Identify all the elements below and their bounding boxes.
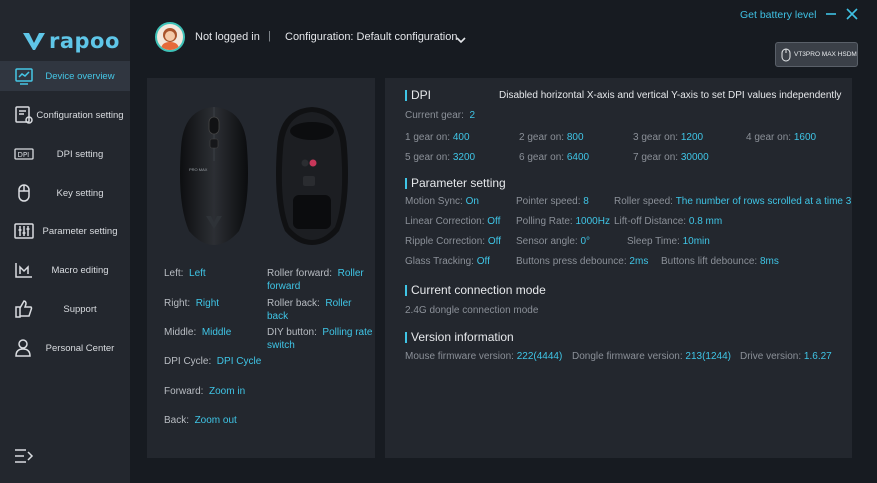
dpi-gear-5: 5 gear on: 3200 (405, 152, 476, 163)
drive-version: Drive version: 1.6.27 (740, 351, 832, 362)
mouse-top-view: PRO MAX (175, 103, 253, 253)
param-sensor-angle: Sensor angle: 0° (516, 236, 591, 247)
button-right-mapping[interactable]: Right: Right (164, 297, 259, 310)
minimize-icon[interactable] (825, 7, 837, 21)
device-selector[interactable]: VT3PRO MAX HSDM (775, 42, 858, 67)
dpi-section-title: DPI (405, 88, 431, 102)
svg-text:DPI: DPI (18, 151, 30, 159)
sidebar-item-label: Parameter setting (42, 225, 118, 237)
sidebar: rapoo Device overview Configuration sett… (0, 0, 130, 483)
param-polling-rate: Polling Rate: 1000Hz (516, 216, 610, 227)
logo-text: rapoo (49, 29, 120, 53)
param-glass-tracking: Glass Tracking: Off (405, 256, 490, 267)
collapse-menu-icon[interactable] (14, 447, 34, 465)
mouse-overview-panel: PRO MAX Left: Left Right: Right Middle: … (147, 78, 375, 458)
chevron-down-icon[interactable] (455, 32, 467, 44)
version-section-title: Version information (405, 330, 514, 344)
app-window: rapoo Device overview Configuration sett… (0, 0, 877, 483)
dpi-gear-1: 1 gear on: 400 (405, 132, 470, 143)
header-separator: | (268, 30, 271, 42)
login-status[interactable]: Not logged in (195, 31, 260, 43)
param-press-debounce: Buttons press debounce: 2ms (516, 256, 649, 267)
rapoo-logo: rapoo (22, 29, 120, 53)
sidebar-item-support[interactable]: Support (0, 294, 130, 324)
rapoo-v-icon (23, 33, 45, 50)
sidebar-item-parameter-setting[interactable]: Parameter setting (0, 216, 130, 246)
mouse-bottom-view (271, 103, 353, 253)
dongle-firmware-version: Dongle firmware version: 213(1244) (572, 351, 731, 362)
dpi-gear-4: 4 gear on: 1600 (746, 132, 817, 143)
sidebar-item-label: Key setting (56, 187, 104, 199)
param-roller-speed: Roller speed: The number of rows scrolle… (614, 196, 852, 207)
mouse-brand-print: PRO MAX (189, 167, 208, 172)
roller-forward-mapping[interactable]: Roller forward: Roller forward (267, 267, 371, 293)
device-name: VT3PRO MAX HSDM (794, 51, 857, 58)
button-left-mapping[interactable]: Left: Left (164, 267, 259, 280)
param-lift-off-distance: Lift-off Distance: 0.8 mm (614, 216, 723, 227)
param-sleep-time: Sleep Time: 10min (627, 236, 710, 247)
sidebar-item-personal-center[interactable]: Personal Center (0, 333, 130, 363)
param-motion-sync: Motion Sync: On (405, 196, 479, 207)
roller-back-mapping[interactable]: Roller back: Roller back (267, 297, 371, 323)
param-ripple-correction: Ripple Correction: Off (405, 236, 501, 247)
sidebar-item-device-overview[interactable]: Device overview (0, 61, 130, 91)
param-lift-debounce: Buttons lift debounce: 8ms (661, 256, 779, 267)
configuration-selector[interactable]: Configuration: Default configuration (285, 31, 457, 43)
button-dpi-cycle-mapping[interactable]: DPI Cycle: DPI Cycle (164, 355, 264, 368)
close-icon[interactable] (845, 7, 859, 21)
current-gear: Current gear: 2 (405, 110, 476, 121)
dpi-description: Disabled horizontal X-axis and vertical … (499, 90, 842, 101)
param-linear-correction: Linear Correction: Off (405, 216, 501, 227)
parameter-section-title: Parameter setting (405, 176, 506, 190)
param-pointer-speed: Pointer speed: 8 (516, 196, 589, 207)
sidebar-item-label: Configuration setting (36, 109, 124, 121)
connection-mode: 2.4G dongle connection mode (405, 305, 539, 316)
avatar[interactable] (155, 22, 185, 52)
avatar-icon (161, 28, 179, 50)
get-battery-level-link[interactable]: Get battery level (740, 9, 816, 21)
mouse-icon (781, 48, 791, 62)
dpi-gear-7: 7 gear on: 30000 (633, 152, 709, 163)
sidebar-item-dpi-setting[interactable]: DPI DPI setting (0, 139, 130, 169)
connection-section-title: Current connection mode (405, 283, 546, 297)
sidebar-item-label: DPI setting (56, 148, 104, 160)
button-forward-mapping[interactable]: Forward: Zoom in (164, 385, 264, 398)
dpi-gear-6: 6 gear on: 6400 (519, 152, 590, 163)
sidebar-item-label: Macro editing (51, 264, 109, 276)
sidebar-item-label: Device overview (45, 70, 115, 82)
button-back-mapping[interactable]: Back: Zoom out (164, 414, 264, 427)
dpi-gear-3: 3 gear on: 1200 (633, 132, 704, 143)
sidebar-item-key-setting[interactable]: Key setting (0, 178, 130, 208)
sidebar-item-label: Personal Center (45, 342, 115, 354)
button-middle-mapping[interactable]: Middle: Middle (164, 326, 259, 339)
sidebar-item-configuration-setting[interactable]: Configuration setting (0, 100, 130, 130)
sidebar-item-macro-editing[interactable]: Macro editing (0, 255, 130, 285)
diy-button-mapping[interactable]: DIY button: Polling rate switch (267, 326, 373, 352)
dpi-gear-2: 2 gear on: 800 (519, 132, 584, 143)
mouse-firmware-version: Mouse firmware version: 222(4444) (405, 351, 563, 362)
sidebar-item-label: Support (63, 303, 97, 315)
